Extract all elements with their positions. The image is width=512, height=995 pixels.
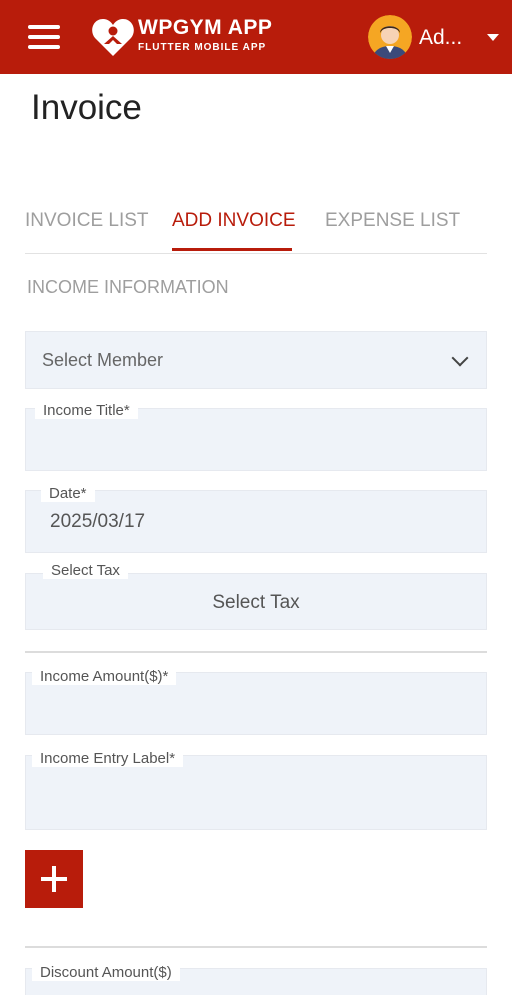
section-title: INCOME INFORMATION xyxy=(27,277,229,297)
income-entry-label-label: Income Entry Label* xyxy=(32,750,184,767)
date-value: 2025/03/17 xyxy=(50,511,146,532)
page-title: Invoice xyxy=(31,88,142,127)
tab-bar: INVOICE LIST ADD INVOICE EXPENSE LIST xyxy=(25,200,487,254)
app-bar: WPGYM APP FLUTTER MOBILE APP Ad... xyxy=(0,0,512,74)
divider xyxy=(25,651,487,653)
user-name[interactable]: Ad... xyxy=(419,26,462,50)
tax-select[interactable]: Select Tax xyxy=(25,573,487,630)
tab-add-invoice[interactable]: ADD INVOICE xyxy=(172,210,296,232)
active-tab-indicator xyxy=(172,248,292,251)
tax-select-value: Select Tax xyxy=(212,592,300,613)
menu-icon[interactable] xyxy=(28,24,60,50)
income-title-label: Income Title* xyxy=(35,402,138,419)
tab-expense-list[interactable]: EXPENSE LIST xyxy=(325,210,460,232)
divider xyxy=(25,946,487,948)
date-label: Date* xyxy=(41,485,95,502)
tab-invoice-list[interactable]: INVOICE LIST xyxy=(25,210,149,232)
discount-amount-label: Discount Amount($) xyxy=(32,964,180,981)
member-select[interactable]: Select Member xyxy=(25,331,487,389)
avatar[interactable] xyxy=(368,15,412,59)
income-amount-label: Income Amount($)* xyxy=(32,668,177,685)
brand-title: WPGYM APP xyxy=(138,16,273,39)
logo-icon xyxy=(92,19,134,56)
member-select-value: Select Member xyxy=(42,350,164,370)
chevron-down-icon[interactable] xyxy=(451,349,469,367)
brand-subtitle: FLUTTER MOBILE APP xyxy=(138,42,267,53)
add-entry-button[interactable] xyxy=(25,850,83,908)
tax-label: Select Tax xyxy=(43,562,128,579)
caret-down-icon[interactable] xyxy=(487,34,499,41)
